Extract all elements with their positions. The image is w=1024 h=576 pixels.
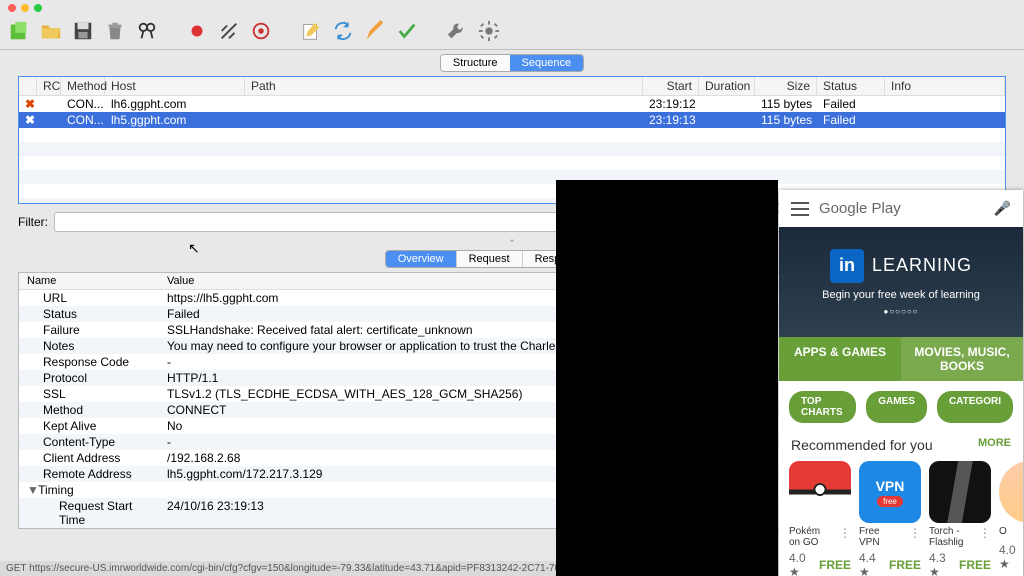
breakpoints-icon[interactable] bbox=[250, 20, 272, 45]
record-icon[interactable] bbox=[186, 20, 208, 45]
banner-brand: LEARNING bbox=[872, 255, 972, 276]
failed-icon: ✖ bbox=[25, 113, 35, 127]
chip-top-charts[interactable]: TOP CHARTS bbox=[789, 391, 856, 423]
card-menu-icon[interactable]: ⋮ bbox=[979, 526, 991, 540]
card-menu-icon[interactable]: ⋮ bbox=[909, 526, 921, 540]
app-name: Pokémon GO bbox=[789, 526, 820, 548]
mic-icon[interactable]: 🎤 bbox=[994, 200, 1011, 217]
col-header-size[interactable]: Size bbox=[755, 77, 817, 95]
app-card[interactable]: O⋮ 4.0 ★FREE bbox=[999, 461, 1023, 576]
app-thumb-icon bbox=[929, 461, 991, 523]
tab-sequence[interactable]: Sequence bbox=[510, 55, 584, 71]
chip-row: TOP CHARTS GAMES CATEGORI bbox=[779, 381, 1023, 433]
throttle-icon[interactable] bbox=[218, 20, 240, 45]
app-name: FreeVPN bbox=[859, 526, 880, 548]
edit-icon[interactable] bbox=[364, 20, 386, 45]
main-toolbar bbox=[0, 16, 1024, 50]
card-menu-icon[interactable]: ⋮ bbox=[839, 526, 851, 540]
play-title: Google Play bbox=[819, 200, 984, 217]
failed-icon: ✖ bbox=[25, 97, 35, 111]
more-link[interactable]: MORE bbox=[978, 437, 1011, 453]
table-row bbox=[19, 142, 1005, 156]
kv-head-name[interactable]: Name bbox=[19, 273, 159, 289]
col-header-status[interactable]: Status bbox=[817, 77, 885, 95]
linkedin-logo-icon: in bbox=[830, 249, 864, 283]
chip-categories[interactable]: CATEGORI bbox=[937, 391, 1013, 423]
app-card[interactable]: Torch -Flashlig⋮ 4.3 ★FREE bbox=[929, 461, 991, 576]
app-name: O bbox=[999, 526, 1007, 537]
col-header-info[interactable]: Info bbox=[885, 77, 1005, 95]
find-icon[interactable] bbox=[136, 20, 158, 45]
new-session-icon[interactable] bbox=[8, 20, 30, 45]
tab-structure[interactable]: Structure bbox=[441, 55, 510, 71]
tab-apps-games[interactable]: APPS & GAMES bbox=[779, 337, 901, 381]
recommended-heading: Recommended for you bbox=[791, 437, 933, 453]
col-header-duration[interactable]: Duration bbox=[699, 77, 755, 95]
open-folder-icon[interactable] bbox=[40, 20, 62, 45]
app-name: Torch -Flashlig bbox=[929, 526, 963, 548]
table-row bbox=[19, 128, 1005, 142]
compose-icon[interactable] bbox=[300, 20, 322, 45]
filter-label: Filter: bbox=[18, 215, 48, 229]
grid-header: RC Method Host Path Start Duration Size … bbox=[19, 77, 1005, 96]
promo-banner[interactable]: in LEARNING Begin your free week of lear… bbox=[779, 227, 1023, 337]
repeat-icon[interactable] bbox=[332, 20, 354, 45]
app-card[interactable]: VPNfree FreeVPN⋮ 4.4 ★FREE bbox=[859, 461, 921, 576]
col-header-method[interactable]: Method bbox=[61, 77, 105, 95]
settings-icon[interactable] bbox=[478, 20, 500, 45]
banner-subtitle: Begin your free week of learning bbox=[822, 289, 980, 301]
view-mode-tabs: Structure Sequence bbox=[0, 50, 1024, 76]
table-row[interactable]: ✖ CON... lh5.ggpht.com 23:19:13 115 byte… bbox=[19, 112, 1005, 128]
tab-overview[interactable]: Overview bbox=[386, 251, 456, 267]
play-category-tabs: APPS & GAMES MOVIES, MUSIC, BOOKS bbox=[779, 337, 1023, 381]
app-card[interactable]: Pokémon GO⋮ 4.0 ★FREE bbox=[789, 461, 851, 576]
app-thumb-icon bbox=[789, 461, 851, 523]
device-frame bbox=[556, 180, 778, 576]
request-grid[interactable]: RC Method Host Path Start Duration Size … bbox=[18, 76, 1006, 204]
table-row bbox=[19, 156, 1005, 170]
col-header-start[interactable]: Start bbox=[643, 77, 699, 95]
col-header-path[interactable]: Path bbox=[245, 77, 643, 95]
google-play-screen: Google Play 🎤 in LEARNING Begin your fre… bbox=[779, 190, 1023, 576]
app-thumb-icon: VPNfree bbox=[859, 461, 921, 523]
carousel-dots[interactable]: ●○○○○○ bbox=[884, 307, 919, 316]
window-controls[interactable] bbox=[0, 0, 1024, 16]
tools-icon[interactable] bbox=[446, 20, 468, 45]
validate-icon[interactable] bbox=[396, 20, 418, 45]
app-thumb-icon bbox=[999, 461, 1023, 523]
table-row[interactable]: ✖ CON... lh6.ggpht.com 23:19:12 115 byte… bbox=[19, 96, 1005, 112]
col-header-rc[interactable]: RC bbox=[37, 77, 61, 95]
trash-icon[interactable] bbox=[104, 20, 126, 45]
tab-request[interactable]: Request bbox=[456, 251, 522, 267]
col-header-host[interactable]: Host bbox=[105, 77, 245, 95]
hamburger-icon[interactable] bbox=[791, 202, 809, 216]
tab-movies-music[interactable]: MOVIES, MUSIC, BOOKS bbox=[901, 337, 1023, 381]
save-icon[interactable] bbox=[72, 20, 94, 45]
table-row bbox=[19, 170, 1005, 184]
chip-games[interactable]: GAMES bbox=[866, 391, 927, 423]
